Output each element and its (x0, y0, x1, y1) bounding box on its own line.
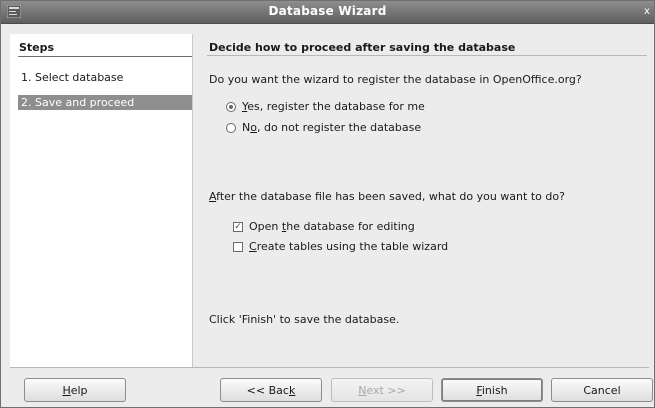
register-yes-radio[interactable]: Yes, register the database for me (226, 100, 425, 114)
radio-off-icon[interactable] (226, 123, 236, 133)
window-title: Database Wizard (268, 4, 387, 18)
step-save-and-proceed[interactable]: 2. Save and proceed (18, 95, 192, 110)
finish-button[interactable]: Finish (441, 378, 543, 402)
heading-divider (207, 55, 647, 56)
cancel-button[interactable]: Cancel (551, 378, 653, 402)
radio-on-icon[interactable] (226, 102, 236, 112)
step-select-database[interactable]: 1. Select database (18, 70, 192, 85)
after-save-question: After the database file has been saved, … (209, 190, 565, 203)
main-pane: Decide how to proceed after saving the d… (193, 34, 649, 367)
register-no-radio[interactable]: No, do not register the database (226, 121, 421, 135)
help-button[interactable]: Help (24, 378, 126, 402)
checkmark-icon[interactable]: ✓ (233, 222, 243, 232)
open-for-editing-checkbox[interactable]: ✓ Open the database for editing (233, 220, 415, 234)
steps-header: Steps (19, 41, 55, 54)
create-tables-label: Create tables using the table wizard (249, 240, 449, 253)
back-button[interactable]: << Back (220, 378, 322, 402)
database-wizard-window: Database Wizard x Steps 1. Select databa… (0, 0, 655, 408)
steps-divider (18, 56, 192, 57)
register-question: Do you want the wizard to register the d… (209, 73, 582, 86)
create-tables-checkbox[interactable]: Create tables using the table wizard (233, 240, 448, 254)
register-no-label: No, do not register the database (242, 121, 422, 134)
close-icon[interactable]: x (644, 4, 652, 19)
open-for-editing-label: Open the database for editing (249, 220, 415, 233)
register-yes-label: Yes, register the database for me (242, 100, 425, 113)
footer-divider (10, 367, 649, 368)
checkbox-empty-icon[interactable] (233, 242, 243, 252)
title-bar[interactable]: Database Wizard x (1, 1, 654, 24)
finish-hint: Click 'Finish' to save the database. (209, 313, 400, 326)
next-button[interactable]: Next >> (331, 378, 433, 402)
steps-pane: Steps 1. Select database 2. Save and pro… (10, 34, 193, 367)
page-heading: Decide how to proceed after saving the d… (209, 41, 516, 54)
